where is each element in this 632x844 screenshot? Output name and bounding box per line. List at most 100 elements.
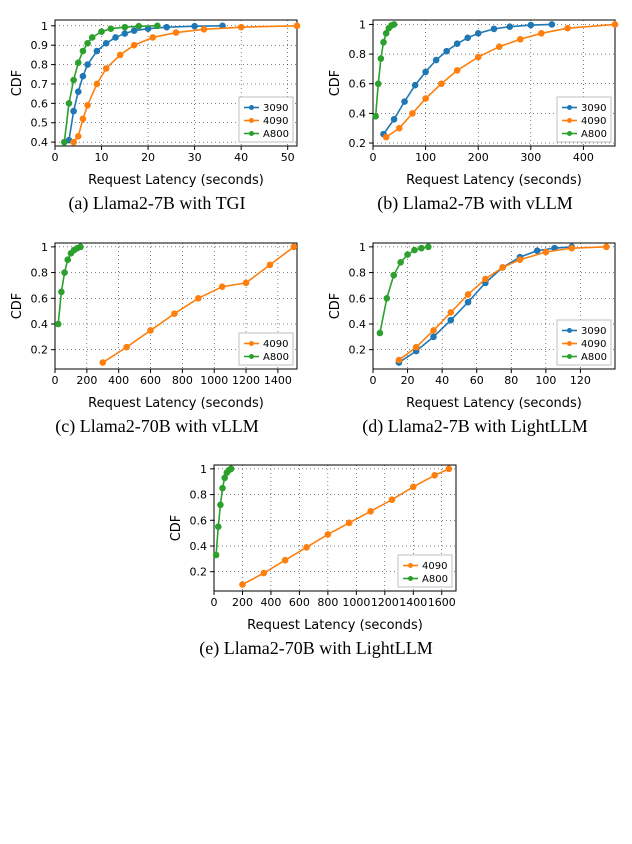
svg-text:20: 20 [141,151,155,164]
svg-text:80: 80 [504,374,518,387]
legend-label-4090: 4090 [581,339,606,350]
svg-text:0.8: 0.8 [349,266,367,279]
chart-caption-e: (e) Llama2-70B with LightLLM [199,637,432,660]
series-point-A800 [228,466,234,472]
series-point-A800 [391,22,397,28]
series-point-A800 [59,289,65,295]
svg-text:60: 60 [470,374,484,387]
chart-cell-b: 01002003004000.20.40.60.81Request Latenc… [322,10,628,215]
series-point-4090 [346,520,352,526]
chart-cell-e: 020040060080010001200140016000.20.40.60.… [4,455,628,660]
chart-caption-a: (a) Llama2-7B with TGI [68,192,245,215]
series-point-3090 [465,35,471,41]
svg-text:40: 40 [435,374,449,387]
legend-label-A800: A800 [263,129,289,140]
series-point-A800 [373,114,379,120]
series-point-A800 [99,29,105,35]
series-point-A800 [62,269,68,275]
series-point-4090 [85,102,91,108]
chart-caption-b: (b) Llama2-7B with vLLM [377,192,572,215]
series-point-3090 [85,62,91,68]
series-point-A800 [213,552,219,558]
series-point-4090 [71,139,77,145]
svg-text:0.2: 0.2 [349,137,367,150]
series-point-4090 [75,134,81,140]
svg-text:0.8: 0.8 [31,266,49,279]
series-point-A800 [108,26,114,32]
series-point-4090 [201,27,207,33]
series-point-3090 [423,69,429,75]
series-point-A800 [405,251,411,257]
svg-text:0.2: 0.2 [31,343,49,356]
series-point-A800 [378,56,384,62]
series-point-4090 [282,557,288,563]
series-point-3090 [80,73,86,79]
series-point-4090 [475,54,481,60]
series-point-4090 [496,44,502,50]
series-point-4090 [569,245,575,251]
series-point-3090 [507,24,513,30]
svg-text:30: 30 [188,151,202,164]
svg-text:0.8: 0.8 [31,59,49,72]
series-line-A800 [380,246,428,332]
series-point-A800 [65,256,71,262]
svg-text:1: 1 [41,20,48,33]
legend-label-3090: 3090 [581,103,606,114]
series-point-A800 [55,321,61,327]
svg-text:0.6: 0.6 [349,78,367,91]
series-point-3090 [412,82,418,88]
series-point-A800 [80,48,86,54]
svg-text:200: 200 [76,374,97,387]
svg-text:0.6: 0.6 [190,514,208,527]
svg-text:600: 600 [289,596,310,609]
svg-text:20: 20 [401,374,415,387]
legend-label-A800: A800 [422,574,448,585]
series-point-4090 [243,280,249,286]
svg-text:600: 600 [140,374,161,387]
series-point-A800 [384,295,390,301]
y-axis-label: CDF [328,70,343,97]
series-point-4090 [261,570,267,576]
svg-text:0: 0 [370,374,377,387]
svg-text:1400: 1400 [399,596,427,609]
series-point-A800 [220,485,226,491]
chart-cell-c: 02004006008001000120014000.20.40.60.81Re… [4,233,310,438]
series-point-4090 [565,25,571,31]
series-line-A800 [216,469,231,555]
series-point-3090 [475,31,481,37]
svg-text:400: 400 [108,374,129,387]
series-point-A800 [62,139,68,145]
svg-text:0.8: 0.8 [190,489,208,502]
series-point-3090 [131,28,137,34]
x-axis-label: Request Latency (seconds) [88,396,264,411]
series-point-3090 [122,31,128,37]
series-point-4090 [172,310,178,316]
series-point-3090 [491,26,497,32]
svg-text:100: 100 [535,374,556,387]
svg-text:1000: 1000 [342,596,370,609]
chart-caption-d: (d) Llama2-7B with LightLLM [362,415,587,438]
series-point-A800 [66,101,72,107]
svg-text:200: 200 [232,596,253,609]
svg-text:0: 0 [370,151,377,164]
series-point-3090 [75,89,81,95]
series-point-A800 [398,259,404,265]
series-point-4090 [397,125,403,131]
series-point-A800 [136,23,142,29]
svg-text:1: 1 [359,18,366,31]
series-point-3090 [465,299,471,305]
svg-text:1000: 1000 [200,374,228,387]
legend-label-A800: A800 [581,129,607,140]
series-point-4090 [483,276,489,282]
series-point-A800 [218,502,224,508]
series-point-A800 [78,244,84,250]
series-point-A800 [155,23,161,29]
series-point-3090 [164,24,170,30]
chart-cell-d: 0204060801001200.20.40.60.81Request Late… [322,233,628,438]
series-line-3090 [399,246,572,362]
legend-label-4090: 4090 [263,116,288,127]
svg-text:800: 800 [172,374,193,387]
series-point-4090 [124,344,130,350]
series-point-3090 [113,35,119,41]
series-point-4090 [294,23,300,29]
